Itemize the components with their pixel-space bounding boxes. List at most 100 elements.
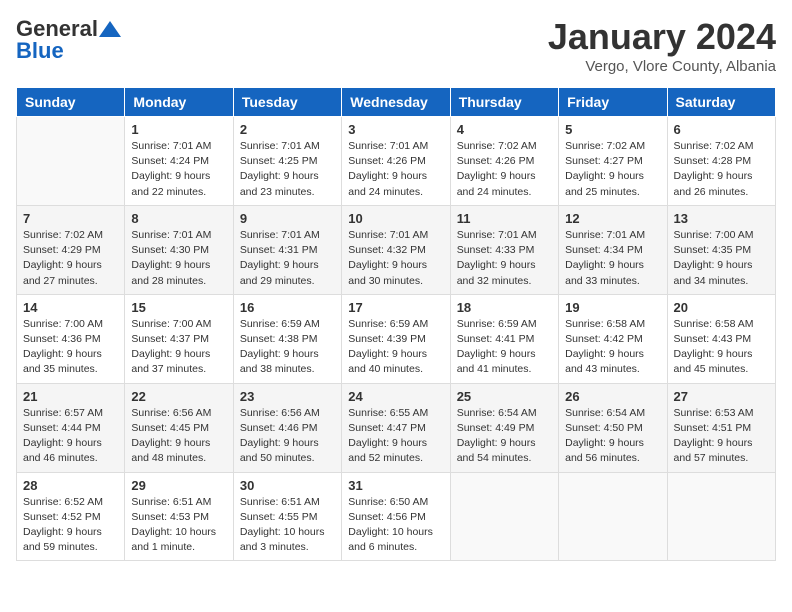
day-cell: 28 Sunrise: 6:52 AMSunset: 4:52 PMDayligh… [17,472,125,561]
day-number: 18 [457,300,552,315]
calendar-table: SundayMondayTuesdayWednesdayThursdayFrid… [16,87,776,561]
logo-icon [99,21,121,37]
day-cell [559,472,667,561]
day-number: 19 [565,300,660,315]
week-row-3: 14Sunrise: 7:00 AMSunset: 4:36 PMDayligh… [17,294,776,383]
header-saturday: Saturday [667,88,775,117]
day-cell: 20 Sunrise: 6:58 AMSunset: 4:43 PMDayligh… [667,294,775,383]
day-info: Sunrise: 6:58 AMSunset: 4:42 PMDaylight:… [565,318,645,376]
day-info: Sunrise: 6:54 AMSunset: 4:50 PMDaylight:… [565,407,645,465]
day-cell: 21 Sunrise: 6:57 AMSunset: 4:44 PMDayligh… [17,383,125,472]
day-info: Sunrise: 7:02 AMSunset: 4:28 PMDaylight:… [674,140,754,198]
day-number: 15 [131,300,226,315]
header-tuesday: Tuesday [233,88,341,117]
day-info: Sunrise: 6:50 AMSunset: 4:56 PMDaylight:… [348,496,433,554]
day-number: 9 [240,211,335,226]
day-number: 4 [457,122,552,137]
day-info: Sunrise: 7:02 AMSunset: 4:27 PMDaylight:… [565,140,645,198]
day-info: Sunrise: 6:56 AMSunset: 4:45 PMDaylight:… [131,407,211,465]
day-info: Sunrise: 7:02 AMSunset: 4:29 PMDaylight:… [23,229,103,287]
day-cell: 31Sunrise: 6:50 AMSunset: 4:56 PMDayligh… [342,472,450,561]
day-number: 28 [23,478,118,493]
week-row-5: 28 Sunrise: 6:52 AMSunset: 4:52 PMDayligh… [17,472,776,561]
day-number: 22 [131,389,226,404]
location: Vergo, Vlore County, Albania [548,58,776,75]
day-number: 23 [240,389,335,404]
day-cell: 5 Sunrise: 7:02 AMSunset: 4:27 PMDaylight… [559,117,667,206]
day-cell: 17Sunrise: 6:59 AMSunset: 4:39 PMDayligh… [342,294,450,383]
logo: General Blue [16,16,122,64]
title-area: January 2024 Vergo, Vlore County, Albani… [548,16,776,75]
day-number: 1 [131,122,226,137]
day-number: 16 [240,300,335,315]
header-sunday: Sunday [17,88,125,117]
day-number: 5 [565,122,660,137]
month-title: January 2024 [548,16,776,58]
day-info: Sunrise: 6:56 AMSunset: 4:46 PMDaylight:… [240,407,320,465]
day-number: 30 [240,478,335,493]
day-cell: 4 Sunrise: 7:02 AMSunset: 4:26 PMDaylight… [450,117,558,206]
day-number: 6 [674,122,769,137]
day-cell: 10Sunrise: 7:01 AMSunset: 4:32 PMDayligh… [342,205,450,294]
day-info: Sunrise: 7:02 AMSunset: 4:26 PMDaylight:… [457,140,537,198]
day-cell: 24 Sunrise: 6:55 AMSunset: 4:47 PMDayligh… [342,383,450,472]
day-cell: 11 Sunrise: 7:01 AMSunset: 4:33 PMDayligh… [450,205,558,294]
day-cell: 15 Sunrise: 7:00 AMSunset: 4:37 PMDayligh… [125,294,233,383]
day-number: 12 [565,211,660,226]
day-cell: 29 Sunrise: 6:51 AMSunset: 4:53 PMDayligh… [125,472,233,561]
day-info: Sunrise: 6:52 AMSunset: 4:52 PMDaylight:… [23,496,103,554]
header: General Blue January 2024 Vergo, Vlore C… [16,16,776,75]
day-number: 8 [131,211,226,226]
day-cell: 7 Sunrise: 7:02 AMSunset: 4:29 PMDaylight… [17,205,125,294]
day-number: 2 [240,122,335,137]
day-number: 20 [674,300,769,315]
header-friday: Friday [559,88,667,117]
day-info: Sunrise: 6:59 AMSunset: 4:39 PMDaylight:… [348,318,428,376]
day-cell: 8Sunrise: 7:01 AMSunset: 4:30 PMDaylight… [125,205,233,294]
week-row-2: 7 Sunrise: 7:02 AMSunset: 4:29 PMDaylight… [17,205,776,294]
day-number: 7 [23,211,118,226]
day-cell: 22 Sunrise: 6:56 AMSunset: 4:45 PMDayligh… [125,383,233,472]
day-number: 11 [457,211,552,226]
day-info: Sunrise: 7:00 AMSunset: 4:36 PMDaylight:… [23,318,103,376]
day-cell [17,117,125,206]
logo-blue-text: Blue [16,38,64,64]
week-row-1: 1 Sunrise: 7:01 AMSunset: 4:24 PMDaylight… [17,117,776,206]
day-info: Sunrise: 6:58 AMSunset: 4:43 PMDaylight:… [674,318,754,376]
day-cell: 14Sunrise: 7:00 AMSunset: 4:36 PMDayligh… [17,294,125,383]
day-number: 29 [131,478,226,493]
day-number: 24 [348,389,443,404]
day-number: 27 [674,389,769,404]
day-cell: 30 Sunrise: 6:51 AMSunset: 4:55 PMDayligh… [233,472,341,561]
header-thursday: Thursday [450,88,558,117]
day-cell [667,472,775,561]
day-info: Sunrise: 6:55 AMSunset: 4:47 PMDaylight:… [348,407,428,465]
day-info: Sunrise: 7:01 AMSunset: 4:34 PMDaylight:… [565,229,645,287]
day-info: Sunrise: 6:57 AMSunset: 4:44 PMDaylight:… [23,407,103,465]
day-cell: 18 Sunrise: 6:59 AMSunset: 4:41 PMDayligh… [450,294,558,383]
day-info: Sunrise: 6:54 AMSunset: 4:49 PMDaylight:… [457,407,537,465]
day-cell: 12 Sunrise: 7:01 AMSunset: 4:34 PMDayligh… [559,205,667,294]
day-info: Sunrise: 6:51 AMSunset: 4:53 PMDaylight:… [131,496,216,554]
day-info: Sunrise: 7:01 AMSunset: 4:33 PMDaylight:… [457,229,537,287]
day-info: Sunrise: 6:51 AMSunset: 4:55 PMDaylight:… [240,496,325,554]
day-info: Sunrise: 7:01 AMSunset: 4:24 PMDaylight:… [131,140,211,198]
day-info: Sunrise: 7:00 AMSunset: 4:37 PMDaylight:… [131,318,211,376]
day-number: 21 [23,389,118,404]
day-cell: 27 Sunrise: 6:53 AMSunset: 4:51 PMDayligh… [667,383,775,472]
day-info: Sunrise: 6:59 AMSunset: 4:41 PMDaylight:… [457,318,537,376]
day-cell: 26 Sunrise: 6:54 AMSunset: 4:50 PMDayligh… [559,383,667,472]
day-cell: 9 Sunrise: 7:01 AMSunset: 4:31 PMDaylight… [233,205,341,294]
day-number: 25 [457,389,552,404]
day-info: Sunrise: 6:53 AMSunset: 4:51 PMDaylight:… [674,407,754,465]
day-cell: 1 Sunrise: 7:01 AMSunset: 4:24 PMDaylight… [125,117,233,206]
week-row-4: 21 Sunrise: 6:57 AMSunset: 4:44 PMDayligh… [17,383,776,472]
day-info: Sunrise: 7:01 AMSunset: 4:25 PMDaylight:… [240,140,320,198]
day-number: 26 [565,389,660,404]
calendar-header-row: SundayMondayTuesdayWednesdayThursdayFrid… [17,88,776,117]
day-info: Sunrise: 7:00 AMSunset: 4:35 PMDaylight:… [674,229,754,287]
day-cell [450,472,558,561]
day-info: Sunrise: 7:01 AMSunset: 4:31 PMDaylight:… [240,229,320,287]
day-info: Sunrise: 6:59 AMSunset: 4:38 PMDaylight:… [240,318,320,376]
day-cell: 25 Sunrise: 6:54 AMSunset: 4:49 PMDayligh… [450,383,558,472]
